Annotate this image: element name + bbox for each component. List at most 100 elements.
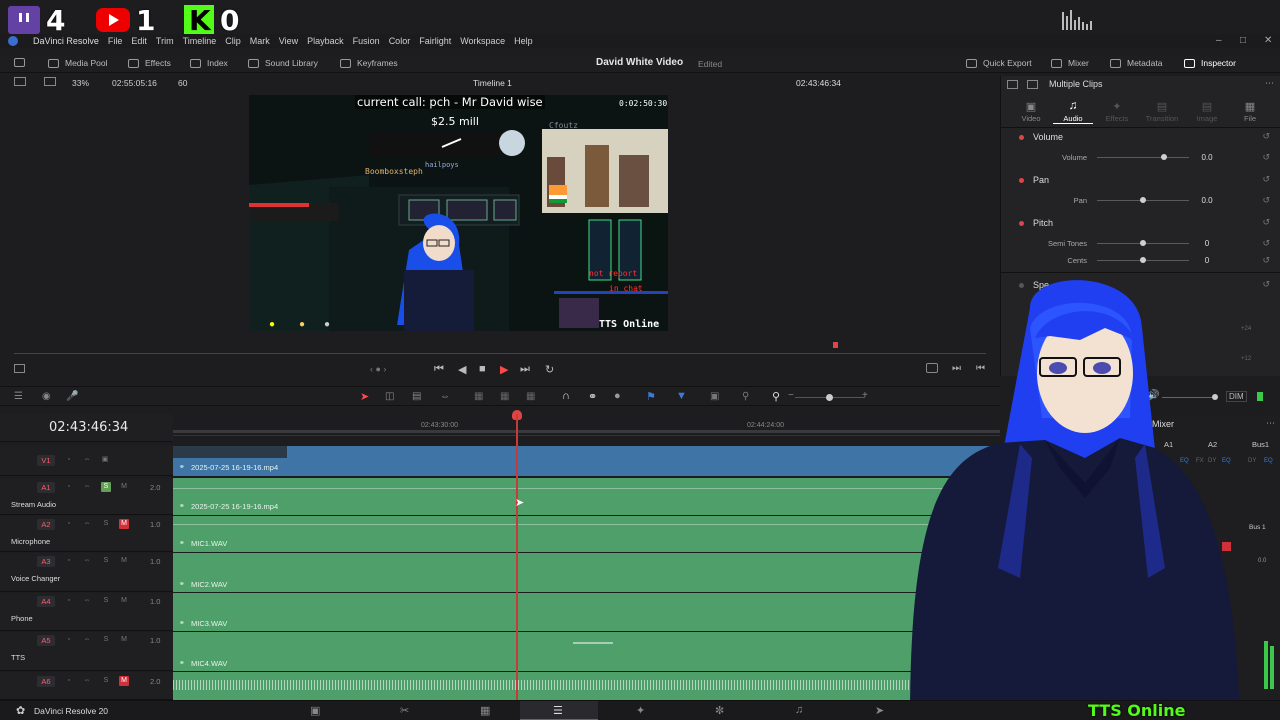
a2-solo-button[interactable]: S — [101, 519, 111, 529]
tab-image[interactable]: Image — [1187, 114, 1227, 123]
cents-slider[interactable] — [1097, 257, 1189, 263]
volume-reset-icon[interactable]: ↺ — [1262, 131, 1270, 142]
scrubber-marker[interactable] — [833, 342, 838, 348]
v1-autoselect-icon[interactable]: ⇔ — [82, 455, 92, 465]
menu-edit[interactable]: Edit — [131, 36, 147, 46]
timeline-name[interactable]: Timeline 1 — [473, 78, 512, 88]
menu-view[interactable]: View — [279, 36, 298, 46]
menu-trim[interactable]: Trim — [156, 36, 174, 46]
blade-tool-icon[interactable]: ▤ — [412, 391, 421, 402]
mixer-button[interactable]: Mixer — [1051, 58, 1089, 68]
pan-reset-icon[interactable]: ↺ — [1262, 174, 1270, 185]
menu-fairlight[interactable]: Fairlight — [419, 36, 451, 46]
mic-icon[interactable]: 🎤 — [66, 391, 78, 402]
audio-clip-a6[interactable] — [173, 672, 1000, 700]
media-pool-button[interactable]: Media Pool — [48, 58, 108, 68]
go-to-end-icon[interactable]: ⏭ — [520, 363, 530, 376]
replace-icon[interactable]: ▦ — [526, 391, 535, 402]
audio-clip-a1[interactable]: ⚭ 2025-07-25 16-19-16.mp4 — [173, 478, 1000, 515]
inspector-button[interactable]: Inspector — [1184, 58, 1236, 68]
tab-audio[interactable]: Audio — [1053, 114, 1093, 124]
keyframes-button[interactable]: Keyframes — [340, 58, 398, 68]
a1-eq-button[interactable]: EQ — [1180, 458, 1189, 464]
cents-slider-knob[interactable] — [1140, 257, 1146, 263]
track-id-a6[interactable]: A6 — [37, 676, 55, 687]
inspector-split-icon[interactable] — [1027, 80, 1038, 89]
semitones-reset-icon[interactable]: ↺ — [1262, 238, 1270, 249]
pan-param-reset-icon[interactable]: ↺ — [1262, 195, 1270, 206]
a4-mute-button[interactable]: M — [119, 596, 129, 606]
a6-solo-button[interactable]: S — [101, 676, 111, 686]
volume-param-reset-icon[interactable]: ↺ — [1262, 152, 1270, 163]
zoom-out-icon[interactable]: − — [788, 390, 794, 401]
viewer-mode-icon[interactable] — [44, 77, 56, 86]
menu-playback[interactable]: Playback — [307, 36, 344, 46]
menu-timeline[interactable]: Timeline — [183, 36, 217, 46]
audio-clip-a5[interactable]: ⚭ MIC4.WAV — [173, 632, 1000, 671]
marker-icon[interactable]: ▼ — [676, 390, 687, 402]
bus-dy-button[interactable]: DY — [1248, 458, 1256, 464]
menu-fusion[interactable]: Fusion — [353, 36, 380, 46]
pan-slider[interactable] — [1097, 197, 1189, 203]
audio-clip-a2[interactable]: ⚭ MIC1.WAV — [173, 516, 1000, 552]
go-to-start-icon[interactable]: ⏮ — [434, 363, 444, 376]
dim-button[interactable]: DIM — [1226, 391, 1247, 402]
menu-mark[interactable]: Mark — [250, 36, 270, 46]
prev-clip-icon[interactable]: ⏮ — [976, 363, 985, 374]
play-reverse-icon[interactable]: ◀ — [458, 363, 466, 376]
a5-level[interactable]: 1.0 — [150, 636, 160, 645]
a6-autoselect-icon[interactable]: ⇔ — [82, 676, 92, 686]
a2-mute-button[interactable]: M — [119, 519, 129, 529]
speed-enable-dot[interactable] — [1019, 283, 1024, 288]
playhead[interactable] — [516, 414, 518, 700]
next-clip-icon[interactable]: ⏭ — [952, 363, 961, 374]
a1-mute-button[interactable]: M — [119, 482, 129, 492]
a5-solo-button[interactable]: S — [101, 635, 111, 645]
pan-value[interactable]: 0.0 — [1197, 196, 1217, 205]
timeline-zoom-knob[interactable] — [826, 394, 833, 401]
audio-clip-a4[interactable]: ⚭ MIC3.WAV — [173, 593, 1000, 631]
speaker-icon[interactable]: 🔊 — [1147, 390, 1159, 401]
a4-solo-button[interactable]: S — [101, 596, 111, 606]
volume-value[interactable]: 0.0 — [1197, 153, 1217, 162]
scrubber-track[interactable] — [14, 353, 986, 354]
pan-slider-knob[interactable] — [1140, 197, 1146, 203]
pan-enable-dot[interactable] — [1019, 178, 1024, 183]
a1-level[interactable]: 2.0 — [150, 483, 160, 492]
insert-icon[interactable]: ▦ — [474, 391, 483, 402]
trim-tool-icon[interactable]: ◫ — [385, 391, 394, 402]
track-id-v1[interactable]: V1 — [37, 455, 55, 466]
effects-button[interactable]: Effects — [128, 58, 171, 68]
track-id-a3[interactable]: A3 — [37, 556, 55, 567]
tab-video[interactable]: Video — [1011, 114, 1051, 123]
a5-mute-button[interactable]: M — [119, 635, 129, 645]
flag-icon[interactable]: ⚑ — [646, 390, 656, 403]
link-icon[interactable]: ⚭ — [588, 390, 597, 403]
v1-lock-icon[interactable]: ▫ — [64, 455, 74, 465]
viewer-options-icon[interactable] — [14, 364, 25, 373]
lock-icon[interactable]: ● — [614, 390, 621, 402]
audio-clip-a3[interactable]: ⚭ MIC2.WAV — [173, 553, 1000, 592]
volume-enable-dot[interactable] — [1019, 135, 1024, 140]
tab-transition[interactable]: Transition — [1142, 114, 1182, 123]
zoom-detail-icon[interactable]: ⚲ — [742, 391, 749, 402]
fps-value[interactable]: 60 — [178, 78, 187, 88]
zoom-in-icon[interactable]: + — [862, 390, 868, 401]
track-id-a5[interactable]: A5 — [37, 635, 55, 646]
track-id-a1[interactable]: A1 — [37, 482, 55, 493]
a3-lock-icon[interactable]: ▫ — [64, 556, 74, 566]
a6-level[interactable]: 2.0 — [150, 677, 160, 686]
a2-autoselect-icon[interactable]: ⇔ — [82, 519, 92, 529]
quick-export-button[interactable]: Quick Export — [966, 58, 1032, 68]
dynamic-trim-icon[interactable]: ⇔ — [440, 391, 450, 402]
a3-solo-button[interactable]: S — [101, 556, 111, 566]
maximize-icon[interactable]: □ — [1240, 35, 1246, 46]
zoom-level[interactable]: 33% — [72, 78, 89, 88]
page-cut-icon[interactable]: ✂ — [400, 704, 409, 717]
menu-workspace[interactable]: Workspace — [460, 36, 505, 46]
jog-control-icon[interactable]: ‹ ● › — [370, 364, 386, 374]
minimize-icon[interactable]: – — [1216, 35, 1222, 46]
a1-autoselect-icon[interactable]: ⇔ — [82, 482, 92, 492]
v1-visibility-icon[interactable]: ▣ — [100, 455, 110, 465]
monitor-volume-slider[interactable] — [1162, 394, 1218, 400]
